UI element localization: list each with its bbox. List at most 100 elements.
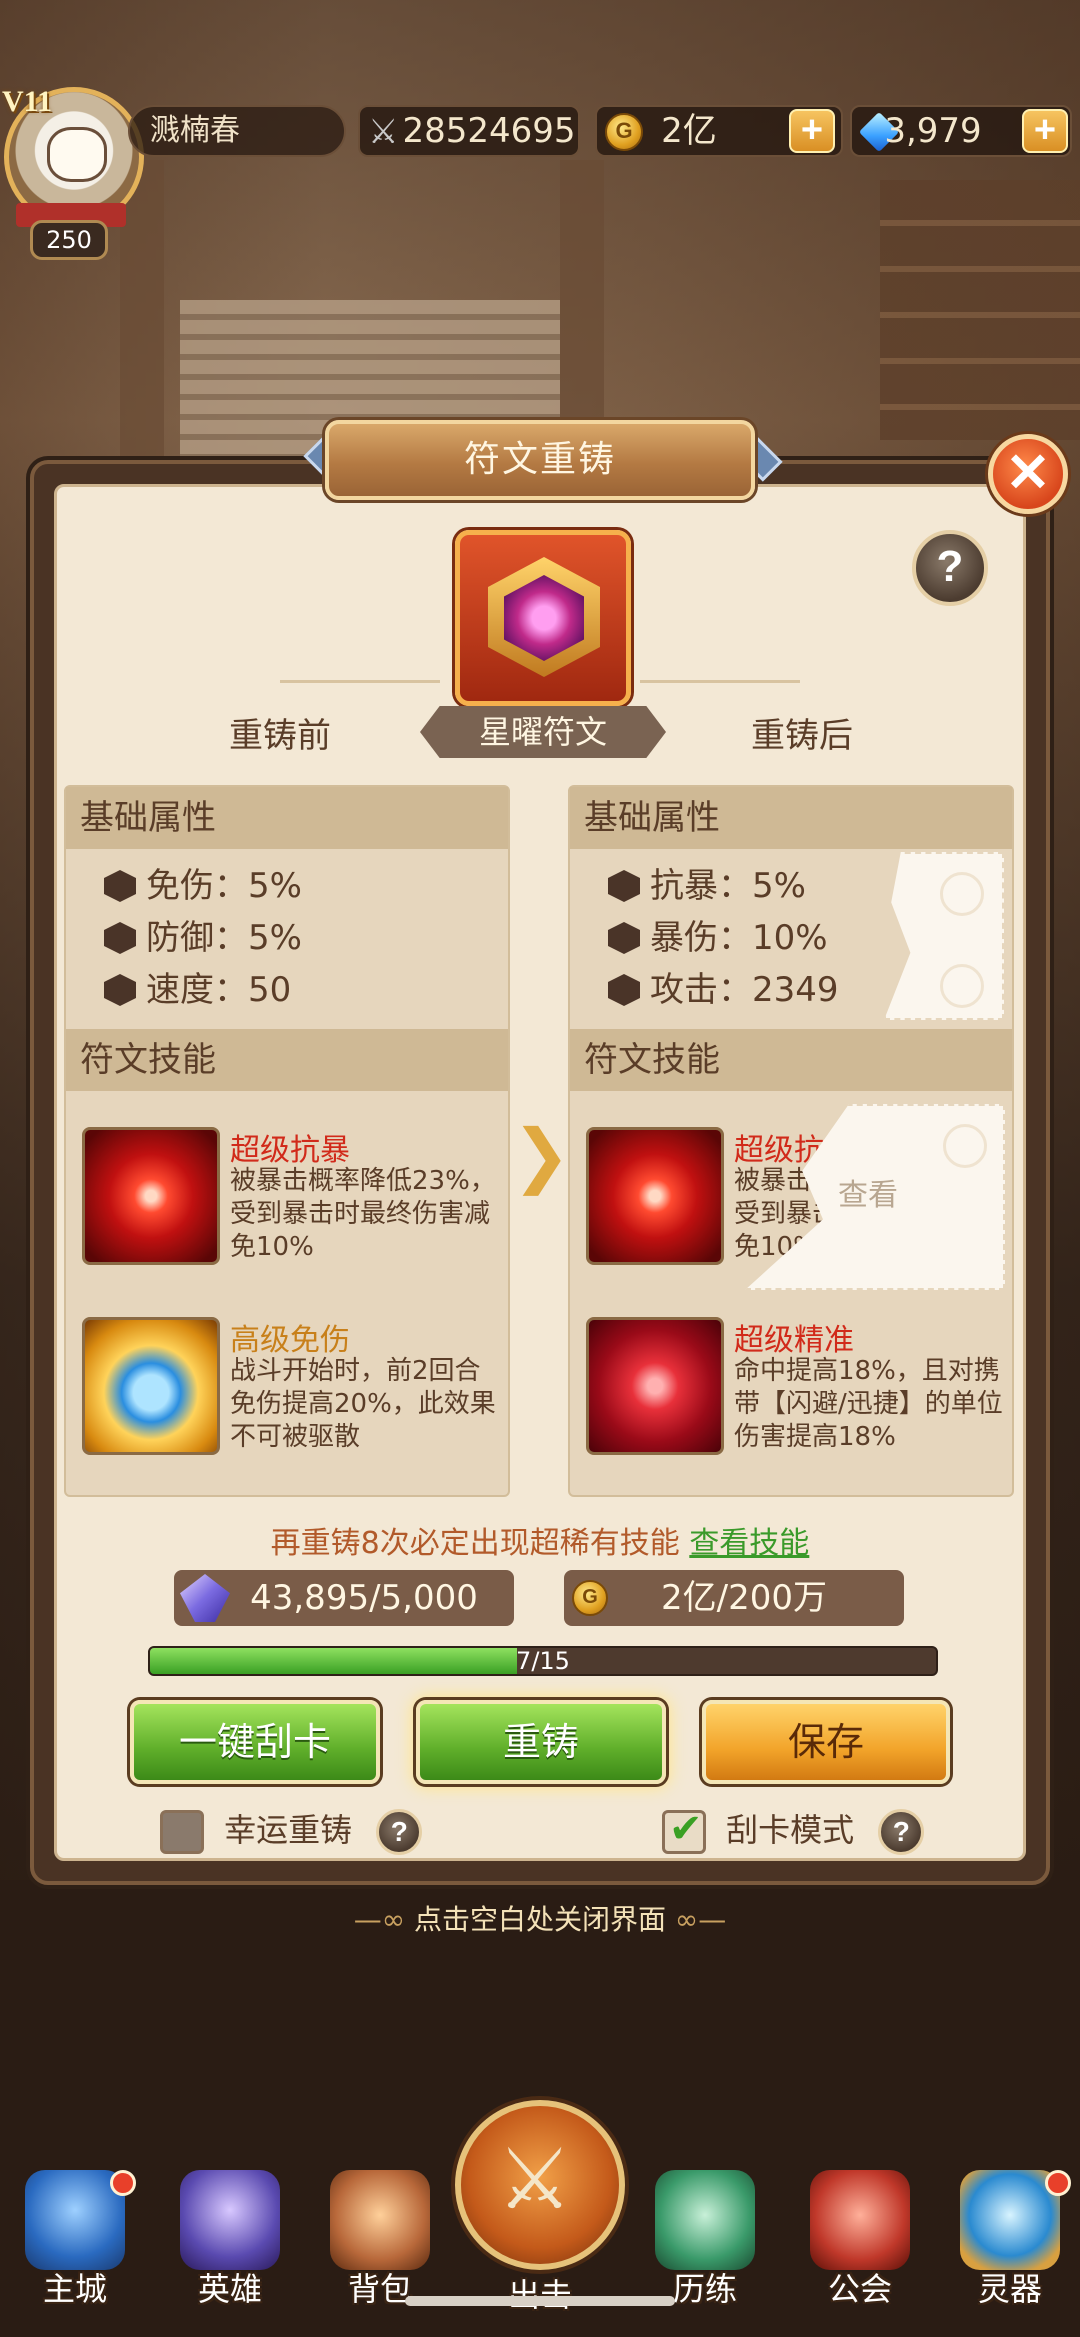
- speed-icon: [104, 974, 136, 1006]
- dialog-title: 符文重铸: [325, 420, 755, 500]
- nav-label: 出击: [507, 2276, 572, 2314]
- nav-heroes[interactable]: 英雄: [165, 2160, 295, 2310]
- lucky-reforge-checkbox[interactable]: [160, 1810, 204, 1854]
- crit-resist-icon: [608, 870, 640, 902]
- gem-value: 3,979: [884, 111, 982, 151]
- scratch-mode-label: 刮卡模式: [726, 1811, 855, 1849]
- attribute-text: 抗暴：5%: [650, 866, 806, 906]
- attribute-text: 免伤：5%: [146, 866, 302, 906]
- scratch-all-button[interactable]: 一键刮卡: [130, 1700, 380, 1784]
- power-display: ⚔ 28524695: [358, 105, 580, 157]
- nav-label: 公会: [827, 2270, 892, 2308]
- save-button[interactable]: 保存: [702, 1700, 950, 1784]
- nav-main-city[interactable]: 主城: [10, 2160, 140, 2310]
- skill-title: 高级免伤: [230, 1323, 350, 1358]
- nav-guild[interactable]: 公会: [795, 2160, 925, 2310]
- nav-label: 英雄: [197, 2270, 262, 2308]
- label-after: 重铸后: [751, 716, 853, 756]
- ornament-right: ∞—: [674, 1903, 727, 1936]
- player-avatar[interactable]: V11 250: [0, 85, 150, 260]
- skill-title: 超级精准: [734, 1323, 854, 1358]
- hint-text: 再重铸8次必定出现超稀有技能: [270, 1526, 680, 1561]
- attribute-text: 防御：5%: [146, 918, 302, 958]
- chevron-right-icon: ❯: [512, 1114, 571, 1196]
- reforge-progress-bar: 7/15: [148, 1646, 938, 1676]
- divider: [280, 680, 440, 683]
- label-before: 重铸前: [229, 716, 331, 756]
- skill-super-crit-resist-icon[interactable]: [586, 1127, 724, 1265]
- panel-before: 基础属性 免伤：5% 防御：5% 速度：50 符文技能 超级抗暴 被暴击概率降低…: [64, 785, 510, 1497]
- scratch-mode-help-button[interactable]: ?: [878, 1809, 925, 1855]
- player-name: 溅楠春: [128, 105, 346, 157]
- rune-icon[interactable]: [455, 530, 631, 706]
- training-icon: [655, 2170, 755, 2270]
- gold-cost: G 2亿/200万: [564, 1570, 904, 1626]
- battle-button[interactable]: ⚔: [455, 2100, 625, 2270]
- crystal-cost-value: 43,895/5,000: [250, 1578, 478, 1618]
- gold-display: G 2亿 +: [595, 105, 843, 157]
- close-hint-text: 点击空白处关闭界面: [413, 1903, 666, 1936]
- seal-icon: [940, 872, 984, 916]
- nav-label: 主城: [42, 2270, 107, 2308]
- section-base-attributes: 基础属性: [570, 787, 1012, 849]
- notification-dot: [1045, 2170, 1071, 2196]
- question-icon: ?: [390, 1816, 408, 1847]
- crit-damage-icon: [608, 922, 640, 954]
- skill-description: 命中提高18%，且对携带【闪避/迅捷】的单位伤害提高18%: [734, 1356, 1003, 1452]
- scratch-mode-checkbox[interactable]: [662, 1805, 706, 1854]
- skill-title: 超级抗暴: [230, 1133, 350, 1168]
- shield-icon: [104, 922, 136, 954]
- skill-description: 战斗开始时，前2回合免伤提高20%，此效果不可被驱散: [230, 1356, 496, 1452]
- nav-backpack[interactable]: 背包: [315, 2160, 445, 2310]
- lucky-reforge-help-button[interactable]: ?: [376, 1809, 423, 1855]
- view-skills-link[interactable]: 查看技能: [689, 1526, 809, 1561]
- seal-icon: [943, 1124, 987, 1168]
- gem-display: 3,979 +: [850, 105, 1072, 157]
- ornament-left: —∞: [353, 1903, 406, 1936]
- power-value: 28524695: [402, 111, 576, 151]
- home-indicator[interactable]: [405, 2296, 675, 2306]
- section-base-attributes: 基础属性: [66, 787, 508, 849]
- attack-icon: [608, 974, 640, 1006]
- question-icon: ?: [892, 1816, 910, 1847]
- pillar: [560, 160, 604, 460]
- hexagon-icon: [104, 870, 136, 902]
- avatar-face: [47, 127, 107, 182]
- nav-artifact[interactable]: 灵器: [945, 2160, 1075, 2310]
- attribute-text: 攻击：2349: [650, 970, 839, 1010]
- reforge-button[interactable]: 重铸: [416, 1700, 666, 1784]
- notification-dot: [110, 2170, 136, 2196]
- nav-training[interactable]: 历练: [640, 2160, 770, 2310]
- section-rune-skills: 符文技能: [66, 1029, 508, 1091]
- add-gold-button[interactable]: +: [789, 109, 835, 153]
- scratch-view-label: 查看: [838, 1178, 898, 1213]
- bookshelf: [880, 180, 1080, 440]
- progress-text: 7/15: [516, 1647, 570, 1675]
- add-gems-button[interactable]: +: [1022, 109, 1068, 153]
- rune-name: 星曜符文: [420, 706, 666, 758]
- guarantee-hint: 再重铸8次必定出现超稀有技能 查看技能: [64, 1518, 1016, 1562]
- skill-super-crit-resist-icon[interactable]: [82, 1127, 220, 1265]
- close-button[interactable]: ✕: [988, 434, 1068, 514]
- helmet-icon: [180, 2170, 280, 2270]
- skill-advanced-dmg-reduction-icon[interactable]: [82, 1317, 220, 1455]
- scratch-mode-option: 刮卡模式 ?: [662, 1805, 925, 1855]
- crossed-swords-icon: ⚔: [497, 2130, 573, 2228]
- attribute-text: 速度：50: [146, 970, 292, 1010]
- guild-banner-icon: [810, 2170, 910, 2270]
- skill-description: 被暴击概率降低23%，受到暴击时最终伤害减免10%: [230, 1166, 496, 1262]
- skill-super-precision-icon[interactable]: [586, 1317, 724, 1455]
- question-icon: ?: [936, 542, 964, 591]
- section-rune-skills: 符文技能: [570, 1029, 1012, 1091]
- seal-icon: [940, 964, 984, 1008]
- help-button[interactable]: ?: [912, 530, 988, 606]
- close-hint[interactable]: —∞ 点击空白处关闭界面 ∞—: [0, 1898, 1080, 1938]
- gold-value: 2亿: [661, 111, 717, 151]
- attribute-row: 抗暴：5%: [608, 863, 806, 909]
- divider: [640, 680, 800, 683]
- attribute-row: 防御：5%: [104, 915, 302, 961]
- lucky-reforge-option: 幸运重铸 ?: [160, 1806, 423, 1855]
- close-icon: ✕: [1005, 443, 1051, 503]
- attribute-text: 暴伤：10%: [650, 918, 828, 958]
- attribute-row: 速度：50: [104, 967, 291, 1013]
